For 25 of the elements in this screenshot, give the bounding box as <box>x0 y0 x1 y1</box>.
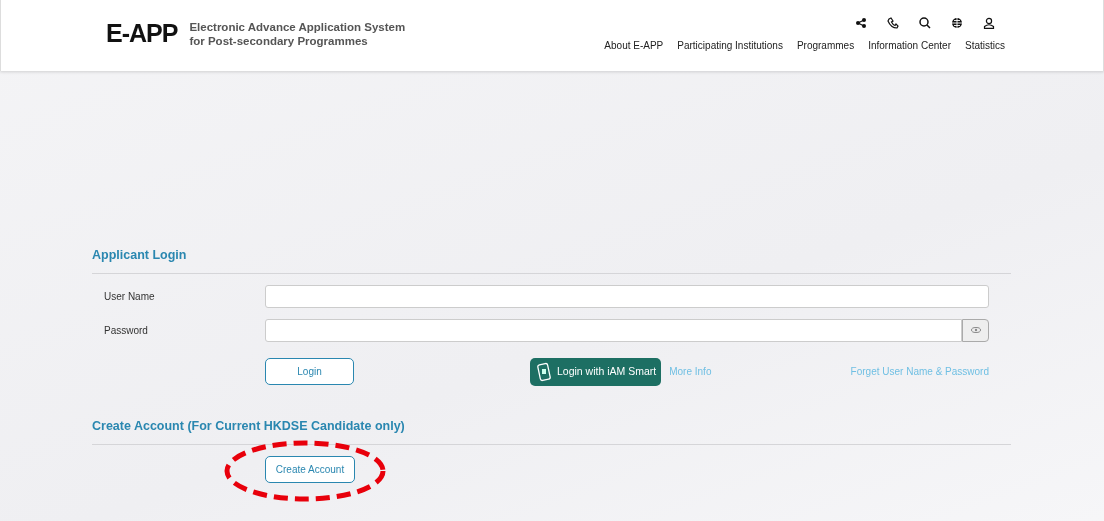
share-icon[interactable] <box>855 17 867 29</box>
nav-link[interactable]: Programmes <box>796 38 855 53</box>
phone-icon[interactable] <box>887 17 899 29</box>
show-password-button[interactable] <box>962 318 989 342</box>
site-title: Electronic Advance Application System <box>189 19 406 34</box>
password-field[interactable] <box>265 318 962 342</box>
user-icon[interactable] <box>983 17 995 29</box>
section-heading: Applicant Login <box>92 247 188 264</box>
nav-link[interactable]: Participating Institutions <box>677 38 783 53</box>
create-account-button[interactable]: Create Account <box>265 455 355 483</box>
site-title: for Post-secondary Programmes <box>189 33 369 48</box>
field-label: User Name <box>104 290 155 302</box>
nav-link[interactable]: Information Center <box>868 38 951 53</box>
globe-icon[interactable] <box>951 17 963 29</box>
search-icon[interactable] <box>919 17 931 29</box>
nav-link[interactable]: Statistics <box>965 38 1005 53</box>
login-button[interactable]: Login <box>265 358 354 386</box>
phone-icon <box>535 361 553 382</box>
section-heading: Create Account (For Current HKDSE Candidate only) <box>92 417 406 435</box>
user-name-field[interactable] <box>265 284 989 308</box>
logo[interactable]: E-APP <box>106 21 178 46</box>
nav-link[interactable]: About E-APP <box>604 38 664 53</box>
field-label: Password <box>104 324 148 336</box>
eye-icon <box>970 327 981 334</box>
iam-smart-button[interactable]: Login with iAM Smart <box>530 357 662 386</box>
